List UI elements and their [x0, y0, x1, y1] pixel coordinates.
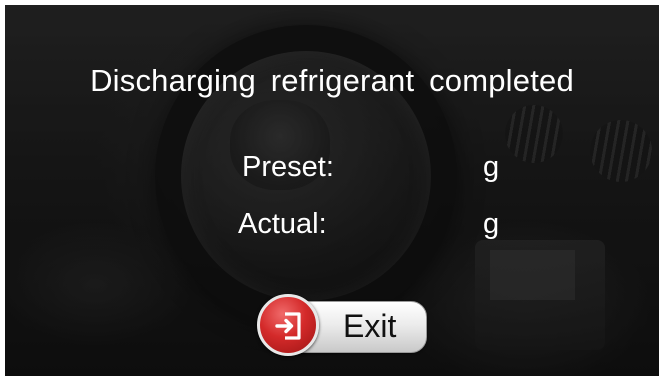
status-title: Discharging refrigerant completed [90, 63, 574, 98]
exit-icon-badge[interactable] [257, 294, 319, 356]
screen-frame: Discharging refrigerant completed Preset… [5, 5, 659, 376]
actual-unit: g [483, 208, 500, 240]
actual-label: Actual: [238, 208, 327, 240]
preset-unit: g [483, 151, 500, 183]
exit-door-icon [275, 312, 301, 340]
preset-label: Preset: [242, 151, 334, 183]
exit-button-label[interactable]: Exit [343, 306, 396, 346]
exit-button[interactable]: Exit [253, 293, 429, 359]
